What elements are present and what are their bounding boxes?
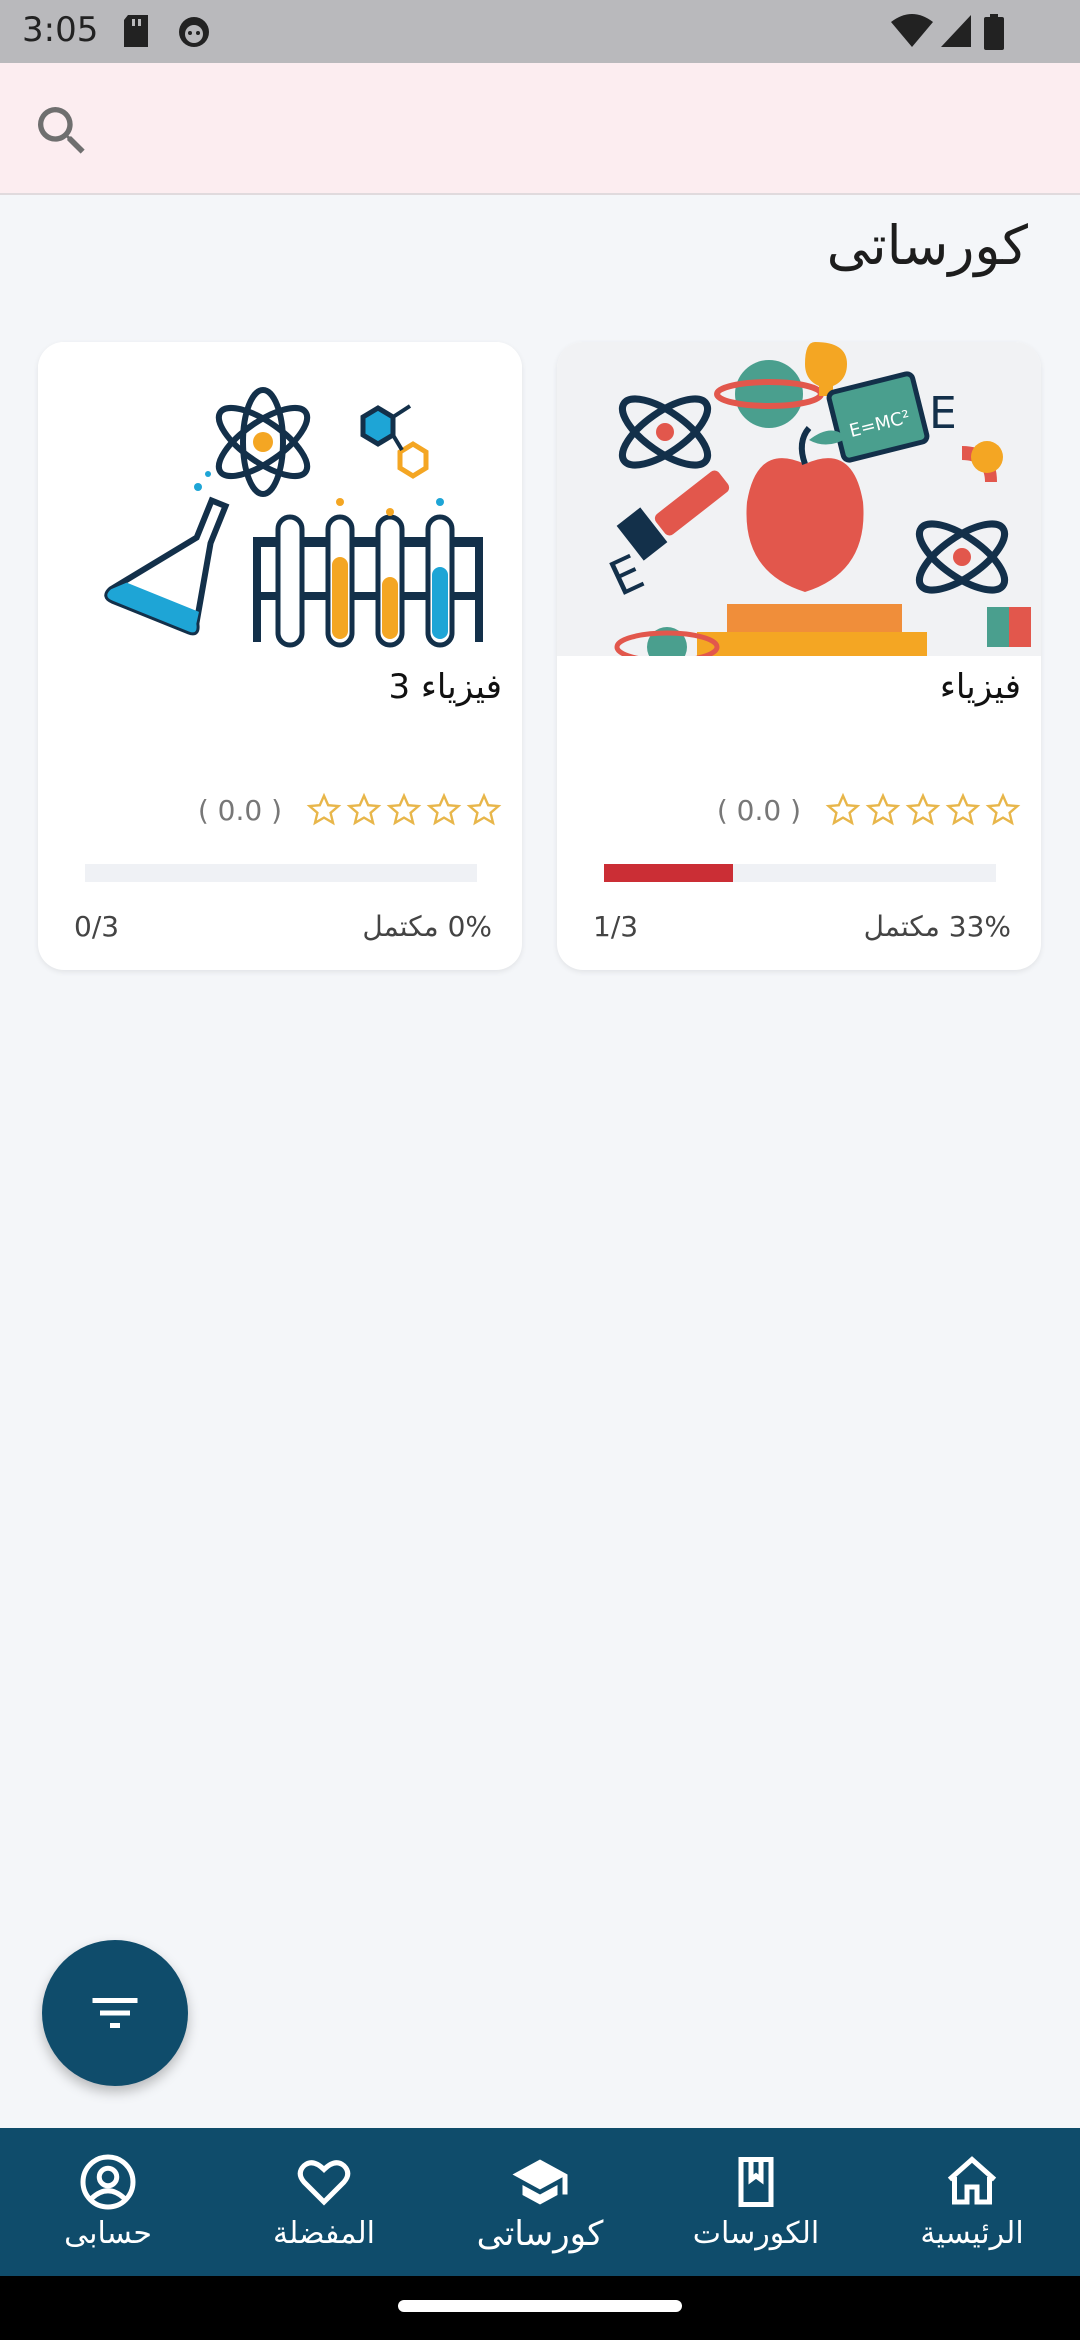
completed-percentage: 33% مكتمل	[863, 910, 1011, 943]
search-button[interactable]	[30, 99, 94, 163]
progress-bar	[85, 864, 477, 882]
science-collage-illustration: E=MC² E E	[601, 342, 1031, 667]
filter-button[interactable]	[42, 1940, 188, 2086]
nav-item-my-courses[interactable]: كورساتى	[432, 2128, 648, 2276]
svg-text:E: E	[929, 388, 957, 439]
graduation-cap-icon	[512, 2159, 568, 2205]
star-outline-icon	[386, 792, 422, 826]
lessons-count: 1/3	[593, 910, 639, 943]
home-gesture-handle[interactable]	[398, 2300, 682, 2312]
star-outline-icon	[905, 792, 941, 826]
completed-percentage: 0% مكتمل	[362, 910, 492, 943]
rating-value: ( 0.0 )	[716, 793, 801, 827]
nav-label: كورساتى	[476, 2214, 604, 2254]
filter-icon	[92, 1998, 138, 2028]
course-title: فيزياء	[939, 667, 1021, 707]
rating-stars	[306, 792, 502, 828]
nav-label: الكورسات	[692, 2216, 820, 2251]
battery-icon	[984, 14, 1004, 50]
nav-label: حسابى	[64, 2216, 152, 2251]
star-outline-icon	[346, 792, 382, 826]
chemistry-lab-illustration	[104, 387, 483, 648]
course-rating: ( 0.0 )	[198, 790, 502, 830]
cat-notification-icon	[179, 17, 209, 47]
rating-value: ( 0.0 )	[197, 793, 282, 827]
course-thumbnail	[38, 342, 522, 656]
lessons-count: 0/3	[74, 910, 120, 943]
wifi-icon	[891, 14, 933, 47]
course-card[interactable]: فيزياء 3 ( 0.0 ) 0% مكتمل 0/3	[38, 342, 522, 970]
signal-icon	[941, 15, 971, 47]
search-icon	[38, 107, 85, 154]
star-outline-icon	[466, 792, 502, 826]
progress-fill	[604, 864, 734, 882]
bottom-navigation: الرئيسية الكورسات كورساتى المفضلة حسابى	[0, 2128, 1080, 2276]
course-card[interactable]: E=MC² E E فيزياء ( 0.0) 33% مكتمل 1/3	[557, 342, 1041, 970]
star-outline-icon	[426, 792, 462, 826]
star-outline-icon	[825, 792, 861, 826]
nav-label: المفضلة	[272, 2216, 376, 2251]
heart-icon	[297, 2160, 351, 2206]
search-bar[interactable]	[0, 63, 1080, 195]
star-outline-icon	[306, 792, 342, 826]
course-thumbnail: E=MC² E E	[557, 342, 1041, 667]
nav-item-courses[interactable]: الكورسات	[648, 2128, 864, 2276]
star-outline-icon	[865, 792, 901, 826]
sd-card-icon	[124, 15, 148, 47]
status-bar: 3:05	[0, 0, 1080, 63]
nav-item-favorites[interactable]: المفضلة	[216, 2128, 432, 2276]
star-outline-icon	[945, 792, 981, 826]
nav-item-home[interactable]: الرئيسية	[864, 2128, 1080, 2276]
status-time: 3:05	[22, 10, 99, 50]
page-title: كورساتى	[826, 214, 1028, 277]
course-rating: ( 0.0 )	[717, 790, 1021, 830]
nav-item-account[interactable]: حسابى	[0, 2128, 216, 2276]
star-outline-icon	[985, 792, 1021, 826]
account-icon	[80, 2154, 136, 2210]
nav-label: الرئيسية	[920, 2216, 1024, 2251]
gesture-bar	[0, 2276, 1080, 2340]
rating-stars	[825, 792, 1021, 828]
home-icon	[947, 2156, 997, 2205]
progress-bar	[604, 864, 996, 882]
course-title: فيزياء 3	[388, 667, 502, 707]
book-icon	[738, 2157, 774, 2207]
